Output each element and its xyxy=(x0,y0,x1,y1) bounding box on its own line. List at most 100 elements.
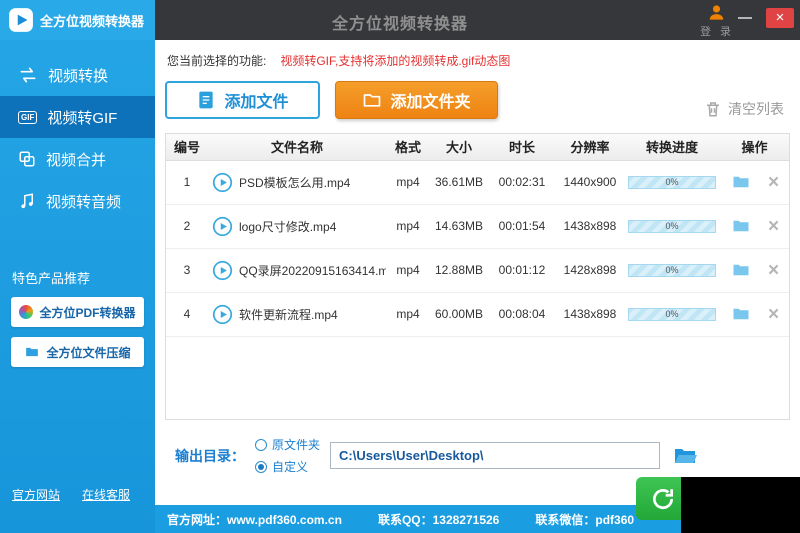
app-logo-icon xyxy=(8,7,34,33)
col-header-filename: 文件名称 xyxy=(208,134,386,160)
output-path-input[interactable] xyxy=(330,442,660,469)
radio-circle[interactable] xyxy=(255,439,267,451)
progress-value: 0% xyxy=(665,221,678,231)
file-name: QQ录屏20220915163414.m xyxy=(239,262,386,279)
website-label: 官方网址： xyxy=(167,513,227,527)
featured-products-label: 特色产品推荐 xyxy=(0,268,155,287)
remove-file-icon[interactable]: × xyxy=(768,217,779,236)
play-icon[interactable] xyxy=(212,172,233,193)
sidebar-item-label: 视频转音频 xyxy=(46,191,121,212)
radio-original-folder[interactable]: 原文件夹 xyxy=(255,436,320,453)
qq-label: 联系QQ： xyxy=(378,513,433,527)
website-value: www.pdf360.com.cn xyxy=(227,513,342,527)
col-header-duration: 时长 xyxy=(488,134,556,160)
sidebar-item-video-merge[interactable]: 视频合并 xyxy=(0,138,155,180)
progress-bar: 0% xyxy=(628,176,716,189)
pdf-converter-icon xyxy=(19,305,33,319)
function-description: 视频转GIF,支持将添加的视频转成.gif动态图 xyxy=(280,54,510,68)
file-name: logo尺寸修改.mp4 xyxy=(239,218,336,235)
progress-bar: 0% xyxy=(628,308,716,321)
clear-list-button[interactable]: 清空列表 xyxy=(704,99,784,119)
play-icon[interactable] xyxy=(212,304,233,325)
table-row: 2 logo尺寸修改.mp4 mp4 14.63MB 00:01:54 1438… xyxy=(166,204,789,248)
wechat-label: 联系微信： xyxy=(535,513,595,527)
row-number: 1 xyxy=(166,160,208,204)
main-content: 您当前选择的功能: 视频转GIF,支持将添加的视频转成.gif动态图 添加文件 添… xyxy=(155,40,800,505)
open-folder-icon[interactable] xyxy=(730,173,752,191)
product-file-compress-button[interactable]: 全方位文件压缩 xyxy=(11,337,144,367)
output-radio-group: 原文件夹 自定义 xyxy=(255,436,320,475)
file-table: 编号 文件名称 格式 大小 时长 分辨率 转换进度 操作 1 xyxy=(165,133,790,420)
output-directory-label: 输出目录： xyxy=(175,446,245,466)
merge-icon xyxy=(18,150,36,168)
radio-custom-label: 自定义 xyxy=(272,458,308,475)
add-folder-button[interactable]: 添加文件夹 xyxy=(335,81,498,119)
logo-row: 全方位视频转换器 xyxy=(0,0,155,40)
radio-custom[interactable]: 自定义 xyxy=(255,458,320,475)
login-button[interactable]: 登 录 xyxy=(700,3,734,39)
file-format: mp4 xyxy=(386,160,430,204)
output-row: 输出目录： 原文件夹 自定义 xyxy=(165,436,790,475)
col-header-format: 格式 xyxy=(386,134,430,160)
file-resolution: 1428x898 xyxy=(556,248,624,292)
open-folder-icon[interactable] xyxy=(730,261,752,279)
add-file-button[interactable]: 添加文件 xyxy=(165,81,320,119)
product-pdf-converter-button[interactable]: 全方位PDF转换器 xyxy=(11,297,144,327)
sidebar: 全方位视频转换器 视频转换 GIF 视频转GIF 视频合并 xyxy=(0,0,155,533)
open-folder-icon[interactable] xyxy=(730,217,752,235)
progress-value: 0% xyxy=(665,177,678,187)
play-icon[interactable] xyxy=(212,260,233,281)
file-size: 60.00MB xyxy=(430,292,488,336)
window-controls: × xyxy=(738,8,794,28)
sidebar-links: 官方网站 在线客服 xyxy=(0,486,155,503)
sidebar-item-video-convert[interactable]: 视频转换 xyxy=(0,54,155,96)
file-size: 12.88MB xyxy=(430,248,488,292)
add-file-label: 添加文件 xyxy=(224,88,288,112)
col-header-size: 大小 xyxy=(430,134,488,160)
remove-file-icon[interactable]: × xyxy=(768,261,779,280)
file-format: mp4 xyxy=(386,248,430,292)
remove-file-icon[interactable]: × xyxy=(768,305,779,324)
clear-list-label: 清空列表 xyxy=(728,99,784,119)
qq-value: 1328271526 xyxy=(433,513,500,527)
file-resolution: 1438x898 xyxy=(556,204,624,248)
music-note-icon xyxy=(18,192,36,210)
browse-folder-icon[interactable] xyxy=(670,444,700,468)
footer-website: 官方网址：www.pdf360.com.cn xyxy=(167,511,342,528)
add-folder-label: 添加文件夹 xyxy=(390,88,470,112)
open-folder-icon[interactable] xyxy=(730,305,752,323)
minimize-button[interactable] xyxy=(738,17,752,19)
file-format: mp4 xyxy=(386,292,430,336)
online-support-link[interactable]: 在线客服 xyxy=(82,486,130,503)
play-icon[interactable] xyxy=(212,216,233,237)
file-size: 14.63MB xyxy=(430,204,488,248)
file-format: mp4 xyxy=(386,204,430,248)
col-header-progress: 转换进度 xyxy=(624,134,720,160)
trash-icon xyxy=(704,100,722,118)
official-site-link[interactable]: 官方网站 xyxy=(12,486,60,503)
table-row: 3 QQ录屏20220915163414.m mp4 12.88MB 00:01… xyxy=(166,248,789,292)
sidebar-item-label: 视频合并 xyxy=(46,149,106,170)
user-icon xyxy=(707,3,726,22)
remove-file-icon[interactable]: × xyxy=(768,173,779,192)
sidebar-item-video-to-audio[interactable]: 视频转音频 xyxy=(0,180,155,222)
login-label: 登 录 xyxy=(700,23,734,39)
file-name: 软件更新流程.mp4 xyxy=(239,306,338,323)
wechat-value: pdf360 xyxy=(595,513,634,527)
row-number: 4 xyxy=(166,292,208,336)
app-window: 全方位视频转换器 视频转换 GIF 视频转GIF 视频合并 xyxy=(0,0,800,533)
function-line: 您当前选择的功能: 视频转GIF,支持将添加的视频转成.gif动态图 xyxy=(167,52,790,69)
right-column: 全方位视频转换器 登 录 × 您当前选择的功能: 视频转GIF,支持将添加的视频转… xyxy=(155,0,800,533)
folder-outline-icon xyxy=(362,90,382,110)
file-resolution: 1438x898 xyxy=(556,292,624,336)
titlebar: 全方位视频转换器 登 录 × xyxy=(155,0,800,40)
close-button[interactable]: × xyxy=(766,8,794,28)
gif-icon: GIF xyxy=(18,111,37,124)
radio-circle-selected[interactable] xyxy=(255,461,267,473)
sidebar-nav: 视频转换 GIF 视频转GIF 视频合并 视频转音频 xyxy=(0,54,155,222)
table-row: 4 软件更新流程.mp4 mp4 60.00MB 00:08:04 1438x8… xyxy=(166,292,789,336)
function-label: 您当前选择的功能: xyxy=(167,54,266,68)
file-duration: 00:01:12 xyxy=(488,248,556,292)
footer-qq: 联系QQ：1328271526 xyxy=(378,511,499,528)
sidebar-item-video-to-gif[interactable]: GIF 视频转GIF xyxy=(0,96,155,138)
